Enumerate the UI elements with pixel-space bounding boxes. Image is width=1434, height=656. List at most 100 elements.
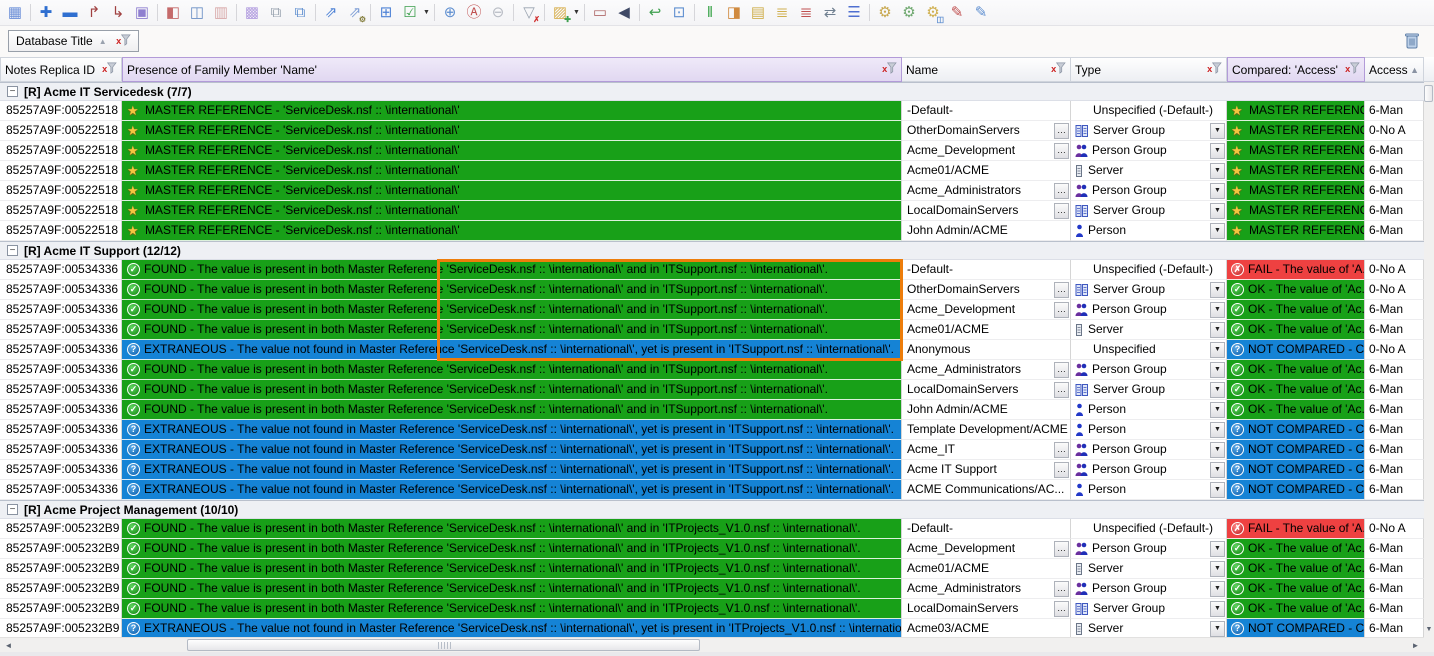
presence-cell[interactable]: ✓ FOUND - The value is present in both Ma…	[122, 599, 902, 619]
name-expand-button[interactable]: …	[1054, 182, 1069, 199]
zoom-out-icon[interactable]: ⊖	[486, 2, 510, 24]
type-cell[interactable]: Person Group ▼	[1071, 460, 1227, 480]
presence-cell[interactable]: ? EXTRANEOUS - The value not found in Mas…	[122, 440, 902, 460]
presence-cell[interactable]: ★ MASTER REFERENCE - 'ServiceDesk.nsf :: …	[122, 221, 902, 241]
compared-cell[interactable]: ★ MASTER REFERENCE ...	[1227, 221, 1365, 241]
access-cell[interactable]: 6-Man	[1365, 619, 1424, 637]
promote-entry-icon[interactable]: ↱	[82, 2, 106, 24]
column-view-icon[interactable]: ◫	[185, 2, 209, 24]
settings-gear-yellow-icon[interactable]: ⚙	[873, 2, 897, 24]
split-columns-icon[interactable]: ‖	[698, 2, 722, 24]
type-cell[interactable]: Server Group ▼	[1071, 599, 1227, 619]
merge-rows-icon[interactable]: ⇄	[818, 2, 842, 24]
access-cell[interactable]: 0-No A	[1365, 280, 1424, 300]
flat-view-icon[interactable]: ☰	[842, 2, 866, 24]
name-cell[interactable]: Acme01/ACME	[902, 161, 1071, 181]
access-cell[interactable]: 6-Man	[1365, 559, 1424, 579]
dropdown-arrow-icon[interactable]: ▼	[572, 9, 581, 16]
type-cell[interactable]: Server ▼	[1071, 320, 1227, 340]
type-dropdown-button[interactable]: ▼	[1210, 361, 1225, 378]
type-cell[interactable]: Unspecified (-Default-)	[1071, 260, 1227, 280]
type-cell[interactable]: Server ▼	[1071, 559, 1227, 579]
type-cell[interactable]: Server Group ▼	[1071, 121, 1227, 141]
replica-id-cell[interactable]: 85257A9F:00534336	[0, 380, 122, 400]
name-expand-button[interactable]: …	[1054, 600, 1069, 617]
compared-cell[interactable]: ? NOT COMPARED - C...	[1227, 480, 1365, 500]
access-cell[interactable]: 6-Man	[1365, 320, 1424, 340]
name-expand-button[interactable]: …	[1054, 361, 1069, 378]
type-dropdown-button[interactable]: ▼	[1210, 142, 1225, 159]
type-cell[interactable]: Person Group ▼	[1071, 141, 1227, 161]
compared-cell[interactable]: ✓ OK - The value of 'Ac...	[1227, 380, 1365, 400]
filter-icon[interactable]: x	[1207, 62, 1222, 77]
settings-gear-ok-icon[interactable]: ⚙	[897, 2, 921, 24]
open-in-window-icon[interactable]: ⊡	[667, 2, 691, 24]
type-cell[interactable]: Person ▼	[1071, 420, 1227, 440]
name-cell[interactable]: John Admin/ACME	[902, 221, 1071, 241]
presence-cell[interactable]: ✓ FOUND - The value is present in both Ma…	[122, 380, 902, 400]
open-grid-icon[interactable]: ⊞	[374, 2, 398, 24]
name-cell[interactable]: Acme_Administrators…	[902, 360, 1071, 380]
presence-cell[interactable]: ? EXTRANEOUS - The value not found in Mas…	[122, 619, 902, 637]
presence-cell[interactable]: ✓ FOUND - The value is present in both Ma…	[122, 360, 902, 380]
presence-cell[interactable]: ★ MASTER REFERENCE - 'ServiceDesk.nsf :: …	[122, 141, 902, 161]
replica-id-cell[interactable]: 85257A9F:00534336	[0, 300, 122, 320]
presence-cell[interactable]: ✓ FOUND - The value is present in both Ma…	[122, 400, 902, 420]
scroll-down-button[interactable]: ▼	[1424, 622, 1434, 637]
name-cell[interactable]: -Default-	[902, 101, 1071, 121]
name-expand-button[interactable]: …	[1054, 580, 1069, 597]
hide-column-icon[interactable]: ▥	[209, 2, 233, 24]
name-expand-button[interactable]: …	[1054, 461, 1069, 478]
name-cell[interactable]: Acme01/ACME	[902, 320, 1071, 340]
remove-entry-icon[interactable]: ▬	[58, 2, 82, 24]
replica-id-cell[interactable]: 85257A9F:005232B9	[0, 619, 122, 637]
name-cell[interactable]: Acme_Administrators…	[902, 181, 1071, 201]
compared-cell[interactable]: ✓ OK - The value of 'Ac...	[1227, 300, 1365, 320]
replica-id-cell[interactable]: 85257A9F:005232B9	[0, 599, 122, 619]
access-cell[interactable]: 6-Man	[1365, 599, 1424, 619]
name-cell[interactable]: Acme_Development…	[902, 141, 1071, 161]
type-dropdown-button[interactable]: ▼	[1210, 540, 1225, 557]
type-dropdown-button[interactable]: ▼	[1210, 222, 1225, 239]
access-cell[interactable]: 0-No A	[1365, 121, 1424, 141]
compared-cell[interactable]: ★ MASTER REFERENCE ...	[1227, 101, 1365, 121]
name-expand-button[interactable]: …	[1054, 142, 1069, 159]
presence-cell[interactable]: ✓ FOUND - The value is present in both Ma…	[122, 539, 902, 559]
type-cell[interactable]: Person Group ▼	[1071, 440, 1227, 460]
vertical-scrollbar-thumb[interactable]	[1424, 85, 1433, 102]
presence-cell[interactable]: ✓ FOUND - The value is present in both Ma…	[122, 260, 902, 280]
type-dropdown-button[interactable]: ▼	[1210, 600, 1225, 617]
replica-id-cell[interactable]: 85257A9F:005232B9	[0, 559, 122, 579]
column-header-replica[interactable]: Notes Replica ID x	[0, 57, 122, 82]
type-dropdown-button[interactable]: ▼	[1210, 620, 1225, 637]
name-cell[interactable]: Acme_IT…	[902, 440, 1071, 460]
select-nodes-icon[interactable]: ▣	[130, 2, 154, 24]
replica-id-cell[interactable]: 85257A9F:00534336	[0, 320, 122, 340]
compared-cell[interactable]: ✓ OK - The value of 'Ac...	[1227, 400, 1365, 420]
type-dropdown-button[interactable]: ▼	[1210, 481, 1225, 498]
audit-grid-icon[interactable]: ✎	[945, 2, 969, 24]
name-expand-button[interactable]: …	[1054, 540, 1069, 557]
type-cell[interactable]: Server ▼	[1071, 619, 1227, 637]
name-cell[interactable]: Acme_Administrators…	[902, 579, 1071, 599]
horizontal-scrollbar[interactable]: ◄ ►	[0, 637, 1424, 652]
name-cell[interactable]: LocalDomainServers…	[902, 380, 1071, 400]
compared-cell[interactable]: ✓ OK - The value of 'Ac...	[1227, 360, 1365, 380]
compared-cell[interactable]: ? NOT COMPARED - C...	[1227, 460, 1365, 480]
group-header-row[interactable]: − [R] Acme Project Management (10/10)	[0, 500, 1424, 519]
access-cell[interactable]: 0-No A	[1365, 340, 1424, 360]
type-dropdown-button[interactable]: ▼	[1210, 421, 1225, 438]
access-cell[interactable]: 6-Man	[1365, 221, 1424, 241]
type-dropdown-button[interactable]: ▼	[1210, 341, 1225, 358]
compared-cell[interactable]: ✓ OK - The value of 'Ac...	[1227, 599, 1365, 619]
access-cell[interactable]: 0-No A	[1365, 519, 1424, 539]
compared-cell[interactable]: ✗ FAIL - The value of 'A...	[1227, 260, 1365, 280]
type-dropdown-button[interactable]: ▼	[1210, 560, 1225, 577]
compared-cell[interactable]: ★ MASTER REFERENCE ...	[1227, 181, 1365, 201]
name-expand-button[interactable]: …	[1054, 122, 1069, 139]
replica-id-cell[interactable]: 85257A9F:00522518	[0, 181, 122, 201]
type-dropdown-button[interactable]: ▼	[1210, 401, 1225, 418]
replica-id-cell[interactable]: 85257A9F:00534336	[0, 260, 122, 280]
collapse-icon[interactable]: −	[7, 504, 18, 515]
type-cell[interactable]: Unspecified ▼	[1071, 340, 1227, 360]
